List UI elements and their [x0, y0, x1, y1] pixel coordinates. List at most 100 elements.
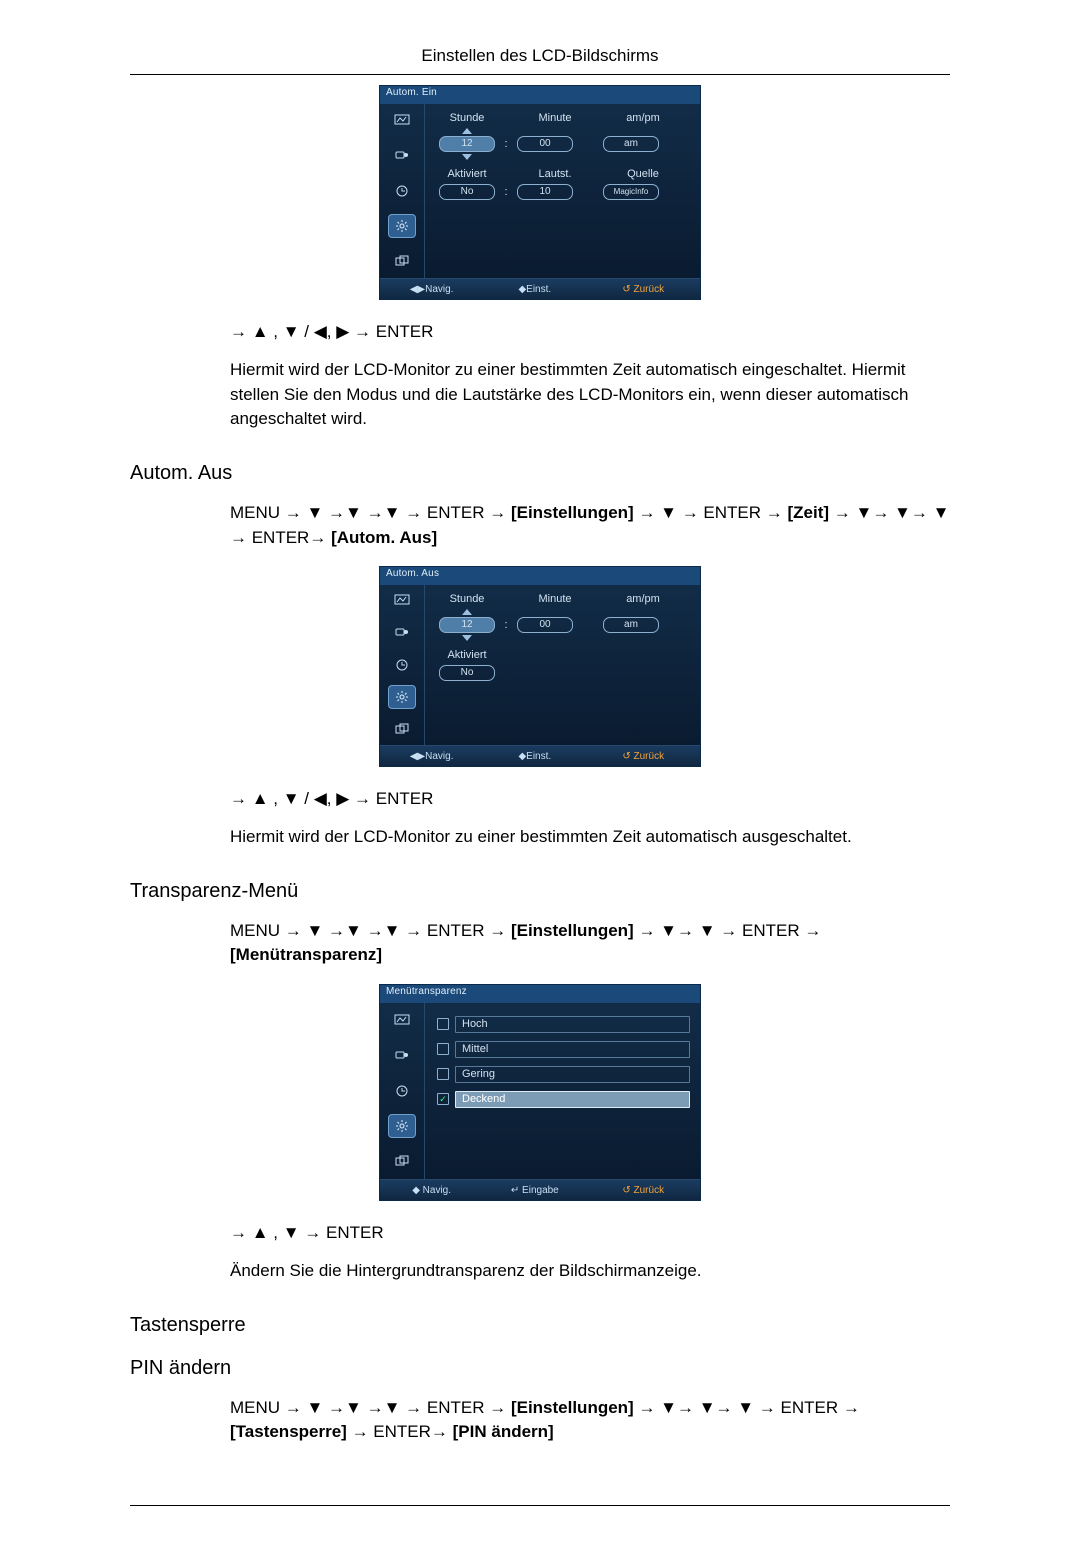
- osd-footer: ◀▶Navig. ◆Einst. ↺ Zurück: [380, 278, 700, 299]
- option-hoch[interactable]: Hoch: [435, 1013, 690, 1035]
- settings-icon[interactable]: [388, 685, 416, 709]
- option-label: Deckend: [455, 1091, 690, 1108]
- text: [Einstellungen]: [511, 503, 634, 522]
- text: MENU → ▼ →▼ →▼ → ENTER →: [230, 921, 511, 940]
- field-ampm[interactable]: am: [603, 617, 659, 633]
- text: → ▼→ ▼ → ENTER →: [634, 921, 822, 940]
- settings-icon[interactable]: [388, 214, 416, 238]
- menu-path: MENU → ▼ →▼ →▼ → ENTER → [Einstellungen]…: [230, 919, 950, 968]
- osd-footer: ◀▶Navig. ◆Einst. ↺ Zurück: [380, 745, 700, 766]
- label-lautst: Lautst.: [523, 168, 587, 180]
- settings-icon[interactable]: [388, 1114, 416, 1138]
- text: [Tastensperre]: [230, 1422, 347, 1441]
- time-icon[interactable]: [388, 179, 416, 203]
- page-footer-rule: [130, 1505, 950, 1506]
- osd-footer: ◆ Navig. ↵ Eingabe ↺ Zurück: [380, 1179, 700, 1200]
- menu-path: MENU → ▼ →▼ →▼ → ENTER → [Einstellungen]…: [230, 501, 950, 550]
- text: [Menütransparenz]: [230, 945, 382, 964]
- checkbox-icon: [437, 1043, 449, 1055]
- checkbox-icon: [437, 1018, 449, 1030]
- sound-icon[interactable]: [388, 621, 416, 645]
- page-header: Einstellen des LCD-Bildschirms: [130, 40, 950, 75]
- label-stunde: Stunde: [435, 112, 499, 124]
- text: [Einstellungen]: [511, 921, 634, 940]
- checkbox-checked-icon: ✓: [437, 1093, 449, 1105]
- paragraph: Hiermit wird der LCD-Monitor zu einer be…: [230, 358, 950, 432]
- field-lautst[interactable]: 10: [517, 184, 573, 200]
- osd-title: Autom. Ein: [380, 86, 700, 104]
- osd-sidebar: [380, 585, 425, 745]
- label-minute: Minute: [523, 112, 587, 124]
- text: [Zeit]: [788, 503, 830, 522]
- option-mittel[interactable]: Mittel: [435, 1038, 690, 1060]
- multi-icon[interactable]: [388, 717, 416, 741]
- field-stunde[interactable]: 12: [439, 617, 495, 633]
- field-aktiviert[interactable]: No: [439, 184, 495, 200]
- text: [Autom. Aus]: [331, 528, 437, 547]
- footer-einst: ◆Einst.: [483, 751, 586, 762]
- chevron-up-icon[interactable]: [462, 609, 472, 615]
- multi-icon[interactable]: [388, 1149, 416, 1173]
- paragraph: Ändern Sie die Hintergrundtransparenz de…: [230, 1259, 950, 1284]
- nav-instruction: → ▲ , ▼ / ◀, ▶ → ENTER: [230, 322, 950, 342]
- sound-icon[interactable]: [388, 1044, 416, 1068]
- time-icon[interactable]: [388, 653, 416, 677]
- picture-icon[interactable]: [388, 1009, 416, 1033]
- heading-pin-aendern: PIN ändern: [130, 1357, 950, 1380]
- label-quelle: Quelle: [611, 168, 675, 180]
- osd-sidebar: [380, 1003, 425, 1179]
- footer-eingabe: ↵ Eingabe: [483, 1185, 586, 1196]
- picture-icon[interactable]: [388, 589, 416, 613]
- menu-path: MENU → ▼ →▼ →▼ → ENTER → [Einstellungen]…: [230, 1396, 950, 1445]
- text: → ▼→ ▼→ ▼ → ENTER →: [634, 1398, 860, 1417]
- osd-autom-ein: Autom. Ein: [379, 85, 701, 300]
- text: [PIN ändern]: [453, 1422, 554, 1441]
- field-aktiviert[interactable]: No: [439, 665, 495, 681]
- osd-title: Autom. Aus: [380, 567, 700, 585]
- multi-icon[interactable]: [388, 249, 416, 273]
- text: [Einstellungen]: [511, 1398, 634, 1417]
- text: MENU → ▼ →▼ →▼ → ENTER →: [230, 503, 511, 522]
- heading-transparenz: Transparenz-Menü: [130, 880, 950, 903]
- field-stunde[interactable]: 12: [439, 136, 495, 152]
- footer-navig: ◀▶Navig.: [380, 751, 483, 762]
- option-label: Gering: [455, 1066, 690, 1083]
- field-minute[interactable]: 00: [517, 617, 573, 633]
- label-ampm: am/pm: [611, 112, 675, 124]
- field-quelle[interactable]: MagicInfo: [603, 184, 659, 200]
- sound-icon[interactable]: [388, 144, 416, 168]
- osd-transparenz: Menütransparenz: [379, 984, 701, 1201]
- option-label: Hoch: [455, 1016, 690, 1033]
- paragraph: Hiermit wird der LCD-Monitor zu einer be…: [230, 825, 950, 850]
- label-ampm: am/pm: [611, 593, 675, 605]
- footer-einst: ◆Einst.: [483, 284, 586, 295]
- heading-tastensperre: Tastensperre: [130, 1314, 950, 1337]
- footer-zurueck: ↺ Zurück: [586, 284, 700, 295]
- option-deckend[interactable]: ✓ Deckend: [435, 1088, 690, 1110]
- label-minute: Minute: [523, 593, 587, 605]
- field-ampm[interactable]: am: [603, 136, 659, 152]
- checkbox-icon: [437, 1068, 449, 1080]
- footer-navig: ◆ Navig.: [380, 1185, 483, 1196]
- nav-instruction: → ▲ , ▼ → ENTER: [230, 1223, 950, 1243]
- field-minute[interactable]: 00: [517, 136, 573, 152]
- chevron-down-icon[interactable]: [462, 635, 472, 641]
- footer-navig: ◀▶Navig.: [380, 284, 483, 295]
- chevron-down-icon[interactable]: [462, 154, 472, 160]
- label-aktiviert: Aktiviert: [435, 649, 499, 661]
- time-icon[interactable]: [388, 1079, 416, 1103]
- option-gering[interactable]: Gering: [435, 1063, 690, 1085]
- osd-title: Menütransparenz: [380, 985, 700, 1003]
- osd-sidebar: [380, 104, 425, 278]
- label-aktiviert: Aktiviert: [435, 168, 499, 180]
- text: → ENTER→: [347, 1422, 453, 1441]
- osd-autom-aus: Autom. Aus: [379, 566, 701, 767]
- footer-zurueck: ↺ Zurück: [586, 1185, 700, 1196]
- option-label: Mittel: [455, 1041, 690, 1058]
- footer-zurueck: ↺ Zurück: [586, 751, 700, 762]
- heading-autom-aus: Autom. Aus: [130, 462, 950, 485]
- label-stunde: Stunde: [435, 593, 499, 605]
- chevron-up-icon[interactable]: [462, 128, 472, 134]
- text: → ▼ → ENTER →: [634, 503, 788, 522]
- picture-icon[interactable]: [388, 109, 416, 133]
